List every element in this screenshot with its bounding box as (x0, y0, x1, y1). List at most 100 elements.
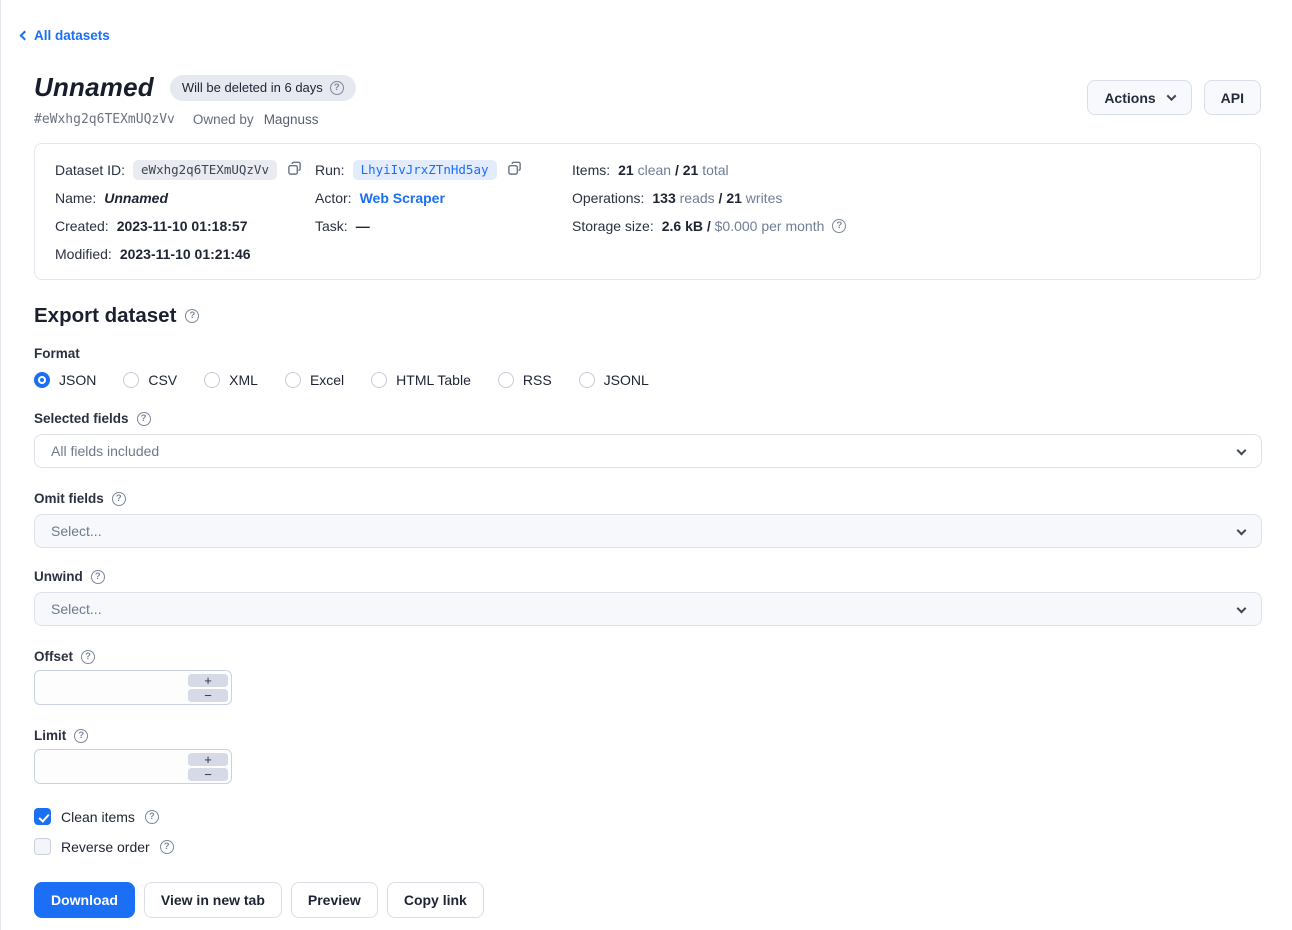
reverse-order-label: Reverse order (61, 839, 150, 855)
download-button[interactable]: Download (34, 882, 135, 918)
selected-fields-select[interactable]: All fields included (34, 434, 1262, 468)
radio-icon[interactable] (34, 372, 50, 388)
dataset-hash: #eWxhg2q6TEXmUQzVv (34, 112, 175, 127)
dataset-id-row: Dataset ID: eWxhg2q6TEXmUQzVv (55, 161, 315, 178)
limit-decrement-button[interactable]: − (188, 768, 228, 781)
offset-increment-button[interactable]: + (188, 674, 228, 687)
dataset-id-chip: eWxhg2q6TEXmUQzVv (133, 160, 277, 180)
view-in-new-tab-button[interactable]: View in new tab (144, 882, 282, 918)
omit-fields-placeholder: Select... (51, 523, 102, 539)
items-row: Items: 21 clean / 21 total (572, 161, 846, 178)
modified-row: Modified: 2023-11-10 01:21:46 (55, 245, 315, 262)
run-label: Run: (315, 162, 345, 178)
storage-label: Storage size: (572, 218, 654, 234)
help-icon[interactable]: ? (74, 729, 88, 743)
dataset-detail-page: All datasets Unnamed Will be deleted in … (0, 0, 1292, 930)
radio-icon[interactable] (498, 372, 514, 388)
help-icon[interactable]: ? (145, 810, 159, 824)
format-radio-group: JSON CSV XML Excel HTML Table RSS (34, 372, 1261, 388)
format-radio-html-table[interactable]: HTML Table (371, 372, 471, 388)
page-title: Unnamed (34, 72, 154, 103)
reverse-order-checkbox-row[interactable]: Reverse order ? (34, 838, 1261, 855)
help-icon[interactable]: ? (91, 570, 105, 584)
limit-increment-button[interactable]: + (188, 753, 228, 766)
chevron-down-icon (1166, 91, 1176, 101)
operations-label: Operations: (572, 190, 644, 206)
task-value: — (356, 218, 370, 234)
selected-fields-label: Selected fields ? (34, 411, 1261, 426)
owner-name: Magnuss (264, 112, 319, 127)
preview-button[interactable]: Preview (291, 882, 378, 918)
deletion-badge: Will be deleted in 6 days ? (170, 75, 356, 101)
unwind-select[interactable]: Select... (34, 592, 1262, 626)
unwind-placeholder: Select... (51, 601, 102, 617)
page-header: Unnamed Will be deleted in 6 days ? #eWx… (34, 72, 1261, 127)
copy-link-button[interactable]: Copy link (387, 882, 484, 918)
selected-fields-value: All fields included (51, 443, 159, 459)
modified-label: Modified: (55, 246, 112, 262)
actions-button[interactable]: Actions (1087, 80, 1191, 115)
help-icon[interactable]: ? (112, 492, 126, 506)
help-icon[interactable]: ? (81, 650, 95, 664)
api-button-label: API (1221, 90, 1244, 106)
checkbox-icon[interactable] (34, 808, 51, 825)
format-label: Format (34, 346, 1261, 361)
checkbox-icon[interactable] (34, 838, 51, 855)
radio-icon[interactable] (285, 372, 301, 388)
help-icon[interactable]: ? (137, 412, 151, 426)
api-button[interactable]: API (1204, 80, 1261, 115)
operations-row: Operations: 133 reads / 21 writes (572, 189, 846, 206)
copy-icon (507, 161, 522, 179)
copy-dataset-id-button[interactable] (287, 161, 302, 179)
created-row: Created: 2023-11-10 01:18:57 (55, 217, 315, 234)
format-radio-excel[interactable]: Excel (285, 372, 344, 388)
format-radio-rss[interactable]: RSS (498, 372, 552, 388)
name-row: Name: Unnamed (55, 189, 315, 206)
chevron-left-icon (20, 31, 30, 41)
name-label: Name: (55, 190, 96, 206)
unwind-label: Unwind ? (34, 569, 1261, 584)
help-icon[interactable]: ? (185, 309, 199, 323)
radio-icon[interactable] (204, 372, 220, 388)
breadcrumb-all-datasets[interactable]: All datasets (21, 28, 110, 43)
actor-label: Actor: (315, 190, 352, 206)
offset-decrement-button[interactable]: − (188, 689, 228, 702)
task-label: Task: (315, 218, 348, 234)
radio-icon[interactable] (123, 372, 139, 388)
chevron-down-icon (1237, 604, 1247, 614)
help-icon[interactable]: ? (330, 81, 344, 95)
clean-items-label: Clean items (61, 809, 135, 825)
offset-input[interactable]: + − (34, 670, 232, 705)
omit-fields-select[interactable]: Select... (34, 514, 1262, 548)
actor-link[interactable]: Web Scraper (360, 190, 445, 206)
actions-button-label: Actions (1104, 90, 1155, 106)
actor-row: Actor: Web Scraper (315, 189, 572, 206)
format-radio-xml[interactable]: XML (204, 372, 258, 388)
run-row: Run: LhyiIvJrxZTnHd5ay (315, 161, 572, 178)
copy-run-id-button[interactable] (507, 161, 522, 179)
owned-by-label: Owned by (193, 112, 254, 127)
export-section-title: Export dataset ? (34, 304, 1261, 328)
radio-icon[interactable] (579, 372, 595, 388)
storage-row: Storage size: 2.6 kB / $0.000 per month … (572, 217, 846, 234)
format-radio-jsonl[interactable]: JSONL (579, 372, 649, 388)
help-icon[interactable]: ? (160, 840, 174, 854)
chevron-down-icon (1237, 526, 1247, 536)
dataset-info-card: Dataset ID: eWxhg2q6TEXmUQzVv Name: Unna… (34, 143, 1261, 280)
breadcrumb-label: All datasets (34, 28, 110, 43)
deletion-badge-label: Will be deleted in 6 days (182, 80, 323, 95)
limit-input[interactable]: + − (34, 749, 232, 784)
items-label: Items: (572, 162, 610, 178)
dataset-id-label: Dataset ID: (55, 162, 125, 178)
chevron-down-icon (1237, 446, 1247, 456)
name-value: Unnamed (104, 190, 168, 206)
radio-icon[interactable] (371, 372, 387, 388)
format-radio-csv[interactable]: CSV (123, 372, 177, 388)
copy-icon (287, 161, 302, 179)
created-label: Created: (55, 218, 109, 234)
help-icon[interactable]: ? (832, 219, 846, 233)
export-actions: Download View in new tab Preview Copy li… (34, 882, 1261, 918)
clean-items-checkbox-row[interactable]: Clean items ? (34, 808, 1261, 825)
format-radio-json[interactable]: JSON (34, 372, 96, 388)
run-id-chip[interactable]: LhyiIvJrxZTnHd5ay (353, 160, 497, 180)
